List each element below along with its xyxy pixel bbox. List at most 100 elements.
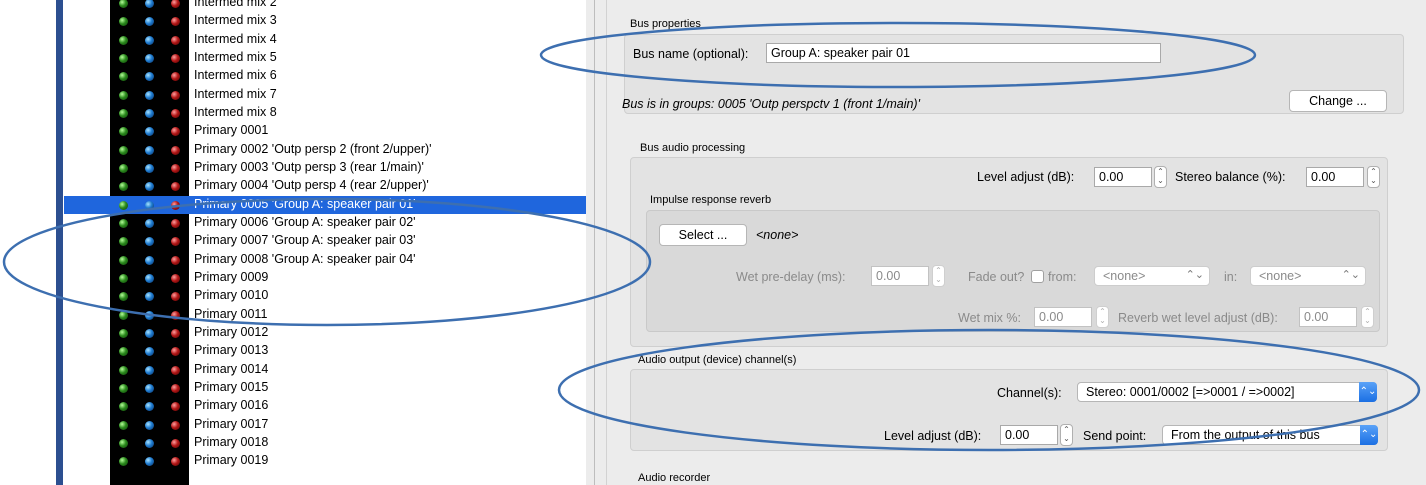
bus-list-item[interactable]: Primary 0019: [64, 452, 586, 470]
red-status-led-icon: [171, 365, 180, 375]
red-status-led-icon: [171, 72, 180, 82]
bus-list-item[interactable]: Primary 0011: [64, 306, 586, 324]
wet-predelay-input[interactable]: 0.00: [871, 266, 929, 286]
fade-out-checkbox[interactable]: [1031, 270, 1044, 283]
bus-name-input[interactable]: Group A: speaker pair 01: [766, 43, 1161, 63]
bus-list-item-label: Primary 0018: [194, 434, 269, 449]
bus-list-item-label: Primary 0016: [194, 398, 269, 413]
bus-list-item[interactable]: Primary 0004 'Outp persp 4 (rear 2/upper…: [64, 177, 586, 195]
output-level-adjust-stepper[interactable]: ⌃ ⌄: [1060, 424, 1073, 446]
bus-list-item[interactable]: Intermed mix 6: [64, 67, 586, 85]
red-status-led-icon: [171, 255, 180, 265]
fade-out-label: Fade out?: [968, 270, 1025, 284]
red-status-led-icon: [171, 292, 180, 302]
bus-list-item-label: Primary 0011: [194, 306, 268, 321]
send-point-select[interactable]: From the output of this bus ⌃⌄: [1162, 425, 1378, 445]
bus-list-item[interactable]: Primary 0009: [64, 269, 586, 287]
wet-mix-input[interactable]: 0.00: [1034, 307, 1092, 327]
bus-list-item[interactable]: Primary 0015: [64, 379, 586, 397]
level-adjust-input[interactable]: 0.00: [1094, 167, 1152, 187]
green-status-led-icon: [119, 457, 128, 467]
red-status-led-icon: [171, 402, 180, 412]
bus-list-item-label: Intermed mix 7: [194, 86, 277, 101]
green-status-led-icon: [119, 237, 128, 247]
fade-from-select[interactable]: <none> ⌃⌄: [1094, 266, 1210, 286]
send-point-label: Send point:: [1083, 429, 1147, 443]
green-status-led-icon: [119, 438, 128, 448]
bus-list-item[interactable]: Primary 0017: [64, 416, 586, 434]
bus-list-item[interactable]: Primary 0008 'Group A: speaker pair 04': [64, 251, 586, 269]
bus-list-item[interactable]: Intermed mix 4: [64, 31, 586, 49]
level-adjust-stepper[interactable]: ⌃ ⌄: [1154, 166, 1167, 188]
bus-list-item-label: Primary 0002 'Outp persp 2 (front 2/uppe…: [194, 141, 432, 156]
blue-status-led-icon: [145, 182, 154, 192]
green-status-led-icon: [119, 182, 128, 192]
bus-list-item[interactable]: Primary 0003 'Outp persp 3 (rear 1/main)…: [64, 159, 586, 177]
bus-list-item-label: Intermed mix 8: [194, 104, 277, 119]
green-status-led-icon: [119, 310, 128, 320]
green-status-led-icon: [119, 72, 128, 82]
panel-divider: [594, 0, 595, 485]
bus-list-item[interactable]: Intermed mix 3: [64, 12, 586, 30]
bus-list-item[interactable]: Primary 0010: [64, 287, 586, 305]
bus-list-item[interactable]: Primary 0001: [64, 122, 586, 140]
blue-status-led-icon: [145, 163, 154, 173]
bus-groups-text: Bus is in groups: 0005 'Outp perspctv 1 …: [622, 97, 920, 111]
fade-in-value: <none>: [1259, 269, 1302, 283]
bus-list-item[interactable]: Intermed mix 7: [64, 86, 586, 104]
blue-status-led-icon: [145, 457, 154, 467]
wet-mix-stepper[interactable]: ⌃ ⌄: [1096, 306, 1109, 328]
bus-list-item[interactable]: Intermed mix 2: [64, 0, 586, 12]
bus-list-item[interactable]: Primary 0013: [64, 342, 586, 360]
bus-list-item-label: Primary 0007 'Group A: speaker pair 03': [194, 233, 416, 248]
green-status-led-icon: [119, 273, 128, 283]
bus-list-item[interactable]: Intermed mix 5: [64, 49, 586, 67]
bus-list-item-label: Primary 0008 'Group A: speaker pair 04': [194, 251, 416, 266]
stereo-balance-input[interactable]: 0.00: [1306, 167, 1364, 187]
red-status-led-icon: [171, 457, 180, 467]
bus-list-item[interactable]: Primary 0014: [64, 361, 586, 379]
audio-processing-title: Bus audio processing: [640, 142, 746, 154]
bus-list-item-label: Intermed mix 5: [194, 49, 277, 64]
red-status-led-icon: [171, 347, 180, 357]
red-status-led-icon: [171, 182, 180, 192]
bus-list-item-selected[interactable]: Primary 0005 'Group A: speaker pair 01': [64, 195, 586, 214]
reverb-wet-level-input[interactable]: 0.00: [1299, 307, 1357, 327]
red-status-led-icon: [171, 438, 180, 448]
bus-list-item[interactable]: Primary 0016: [64, 397, 586, 415]
wet-predelay-label: Wet pre-delay (ms):: [736, 270, 846, 284]
blue-status-led-icon: [145, 53, 154, 63]
updown-chevron-icon: ⌃⌄: [1359, 382, 1377, 402]
green-status-led-icon: [119, 218, 128, 228]
bus-list-item[interactable]: Primary 0002 'Outp persp 2 (front 2/uppe…: [64, 141, 586, 159]
select-reverb-button[interactable]: Select ...: [659, 224, 747, 246]
bus-list-item-label: Intermed mix 6: [194, 68, 277, 83]
change-groups-button[interactable]: Change ...: [1289, 90, 1387, 112]
blue-status-led-icon: [145, 0, 154, 8]
blue-status-led-icon: [145, 347, 154, 357]
panel-divider-inner: [606, 0, 607, 485]
fade-in-select[interactable]: <none> ⌃⌄: [1250, 266, 1366, 286]
red-status-led-icon: [171, 0, 180, 8]
channels-select[interactable]: Stereo: 0001/0002 [=>0001 / =>0002] ⌃⌄: [1077, 382, 1377, 402]
bus-list-item-label: Primary 0012: [194, 324, 269, 339]
wet-predelay-stepper[interactable]: ⌃ ⌄: [932, 265, 945, 287]
red-status-led-icon: [171, 90, 180, 100]
from-label: from:: [1048, 270, 1077, 284]
red-status-led-icon: [171, 237, 180, 247]
blue-status-led-icon: [145, 292, 154, 302]
bus-list-item-label: Primary 0013: [194, 343, 269, 358]
bus-list-item[interactable]: Primary 0007 'Group A: speaker pair 03': [64, 232, 586, 250]
red-status-led-icon: [171, 145, 180, 155]
bus-list-item[interactable]: Primary 0012: [64, 324, 586, 342]
updown-chevron-icon: ⌃⌄: [1341, 269, 1360, 281]
stereo-balance-stepper[interactable]: ⌃ ⌄: [1367, 166, 1380, 188]
bus-list-item-label: Primary 0009: [194, 269, 269, 284]
green-status-led-icon: [119, 17, 128, 27]
bus-list-item[interactable]: Primary 0006 'Group A: speaker pair 02': [64, 214, 586, 232]
reverb-wet-level-stepper[interactable]: ⌃ ⌄: [1361, 306, 1374, 328]
bus-list-item[interactable]: Intermed mix 8: [64, 104, 586, 122]
blue-status-led-icon: [145, 383, 154, 393]
output-level-adjust-input[interactable]: 0.00: [1000, 425, 1058, 445]
bus-list-item[interactable]: Primary 0018: [64, 434, 586, 452]
